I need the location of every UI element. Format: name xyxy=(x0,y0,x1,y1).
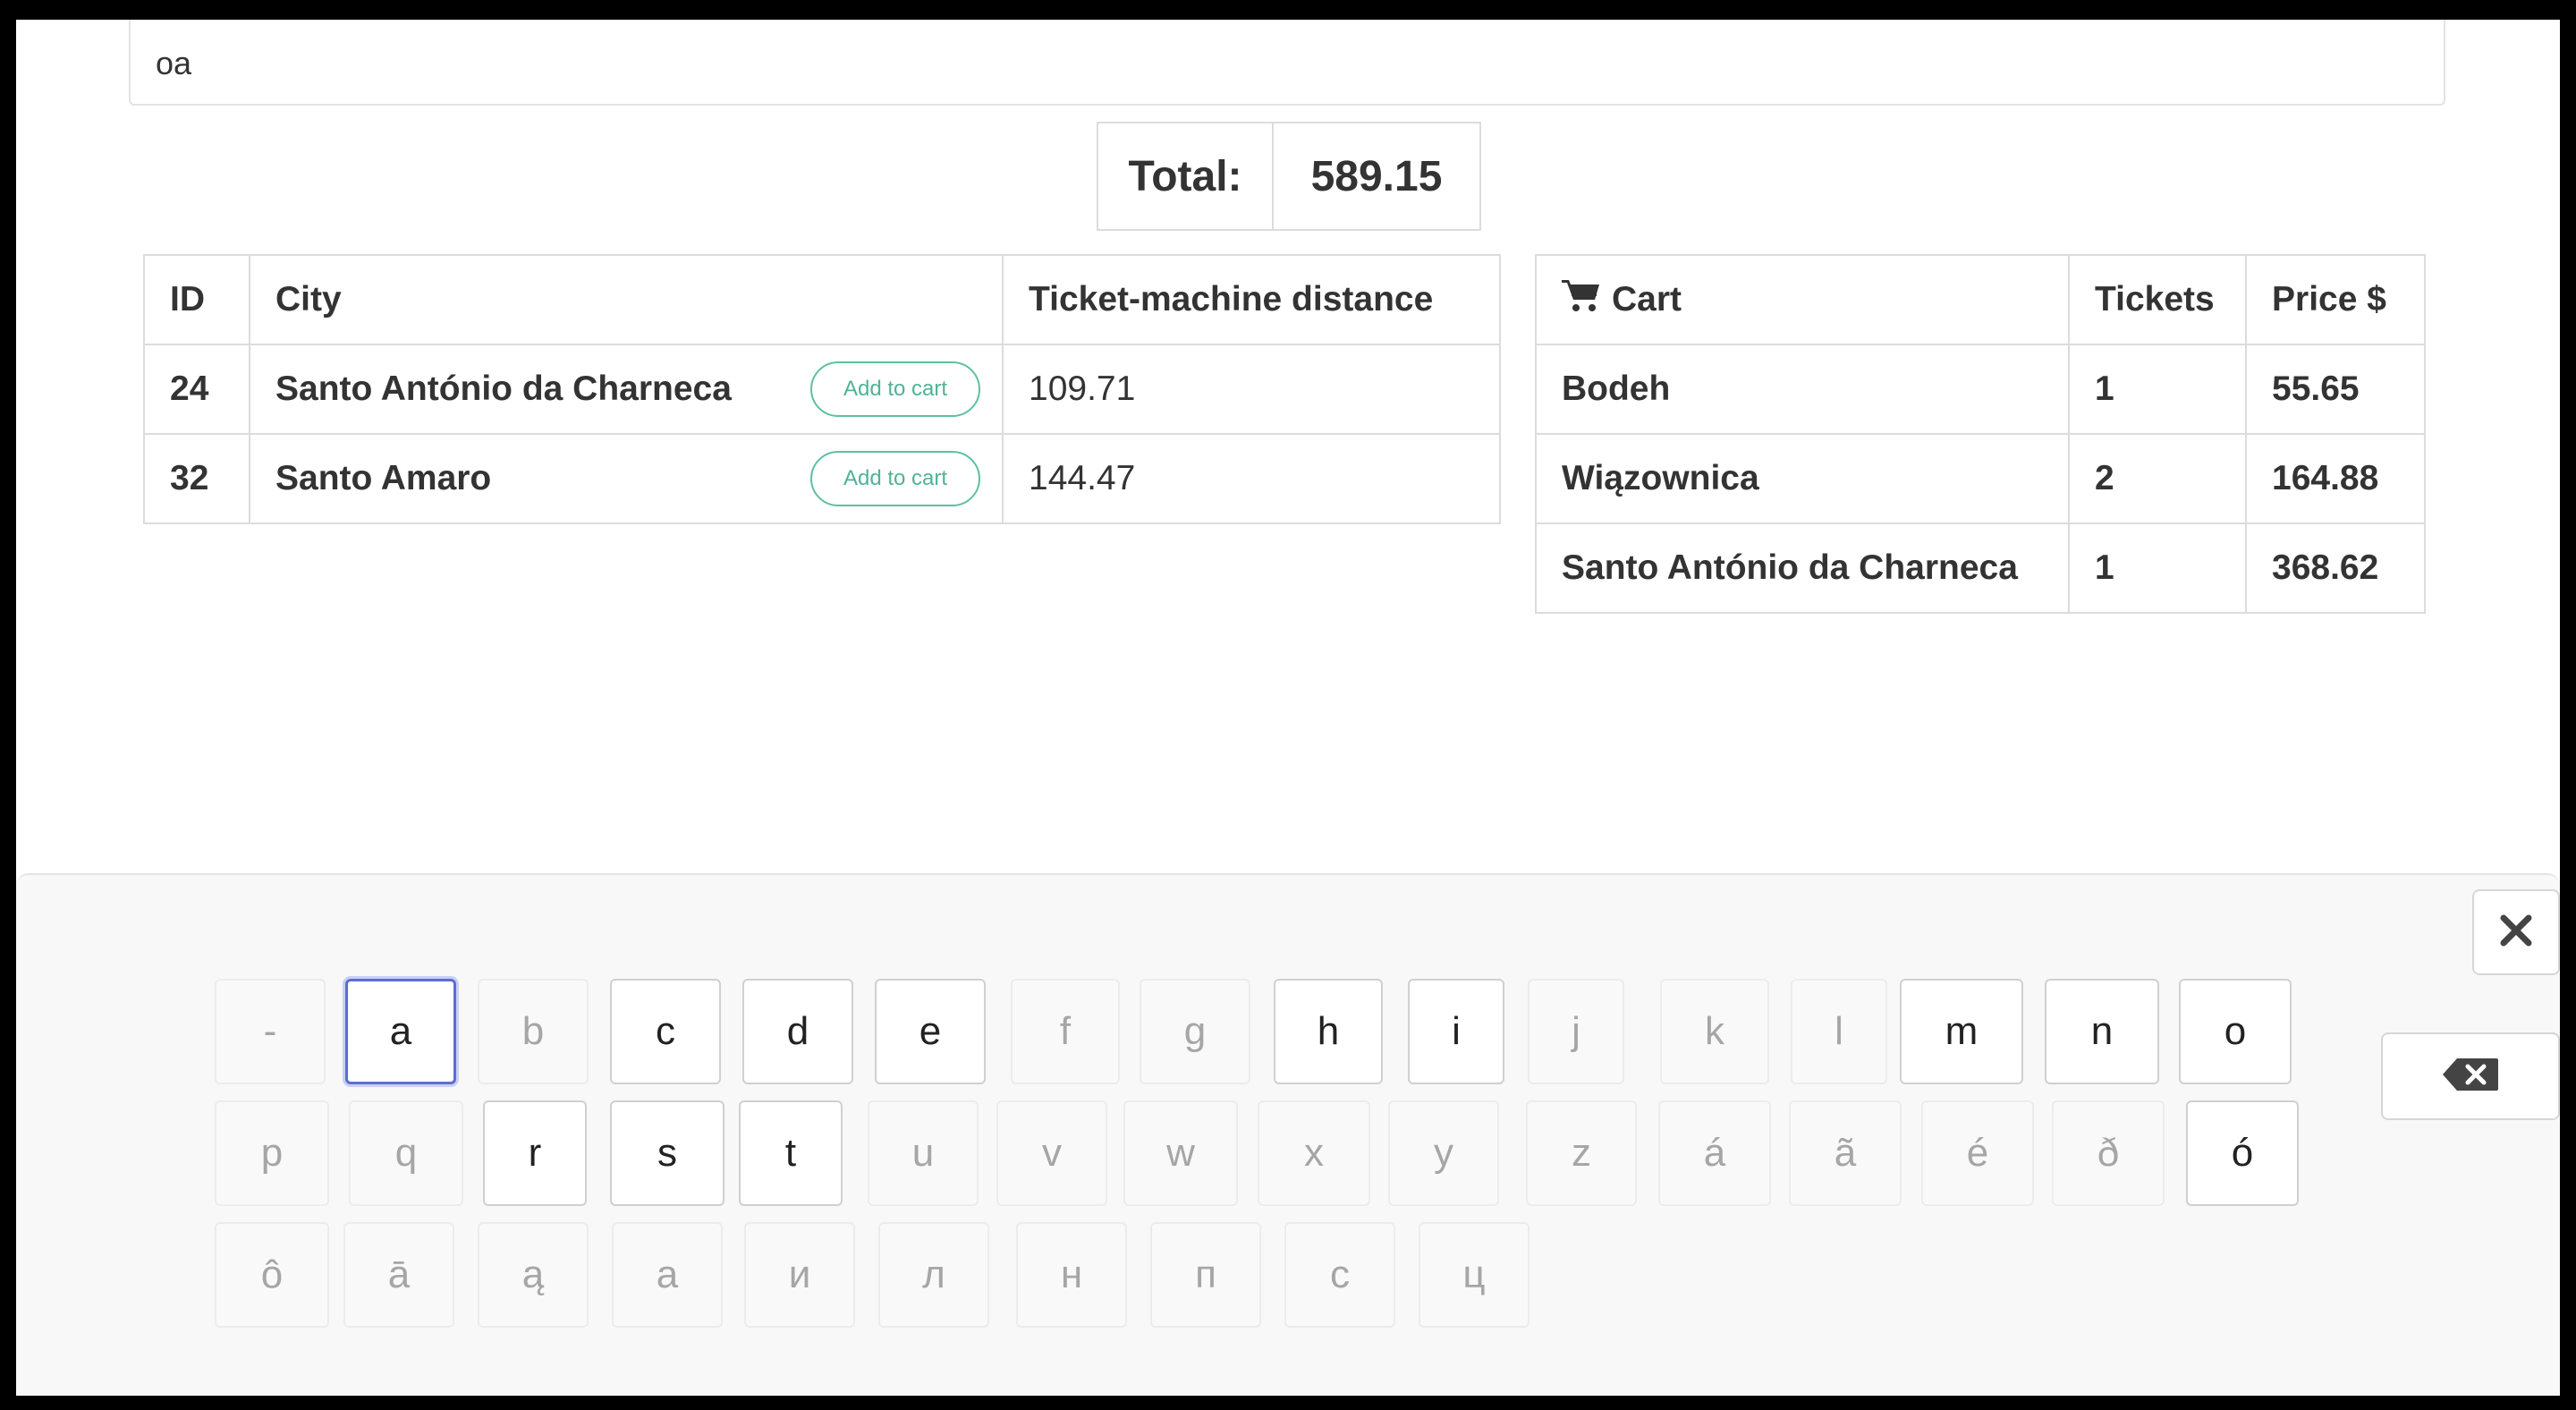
cart-item-tickets: 1 xyxy=(2068,522,2247,614)
key-п[interactable]: п xyxy=(1150,1222,1261,1328)
row-distance: 109.71 xyxy=(1002,344,1501,435)
key-á[interactable]: á xyxy=(1658,1100,1771,1206)
app-viewport: oa Total: 589.15 ID City Ticket-machine … xyxy=(16,20,2560,1396)
key-c[interactable]: c xyxy=(610,979,721,1084)
key-n[interactable]: n xyxy=(2045,979,2159,1084)
cart-item-tickets: 2 xyxy=(2068,433,2247,524)
table-row: Bodeh 1 55.65 xyxy=(1535,344,2426,435)
cart-item-price: 164.88 xyxy=(2245,433,2426,524)
key-e[interactable]: e xyxy=(875,979,986,1084)
key-é[interactable]: é xyxy=(1921,1100,2034,1206)
add-to-cart-button[interactable]: Add to cart xyxy=(810,361,980,417)
key-ā[interactable]: ā xyxy=(343,1222,454,1328)
key-н[interactable]: н xyxy=(1016,1222,1127,1328)
key-q[interactable]: q xyxy=(349,1100,463,1206)
key-y[interactable]: y xyxy=(1388,1100,1499,1206)
column-header-id: ID xyxy=(143,254,250,345)
key-l[interactable]: l xyxy=(1791,979,1887,1084)
key-ô[interactable]: ô xyxy=(215,1222,329,1328)
key-f[interactable]: f xyxy=(1011,979,1120,1084)
column-header-distance: Ticket-machine distance xyxy=(1002,254,1501,345)
key-u[interactable]: u xyxy=(868,1100,979,1206)
key-л[interactable]: л xyxy=(878,1222,989,1328)
on-screen-keyboard: -abcdefghijklmno pqrstuvwxyzáãéðó ôāąаил… xyxy=(16,873,2560,1396)
results-header-row: ID City Ticket-machine distance xyxy=(143,254,1501,345)
cart-header-row: Cart Tickets Price $ xyxy=(1535,254,2426,345)
key-j[interactable]: j xyxy=(1528,979,1624,1084)
key-t[interactable]: t xyxy=(739,1100,843,1206)
backspace-button[interactable] xyxy=(2381,1032,2560,1120)
column-header-price: Price $ xyxy=(2245,254,2426,345)
cart-item-tickets: 1 xyxy=(2068,344,2247,435)
key-o[interactable]: o xyxy=(2179,979,2292,1084)
column-header-cart: Cart xyxy=(1535,254,2070,345)
key-w[interactable]: w xyxy=(1123,1100,1238,1206)
column-header-tickets: Tickets xyxy=(2068,254,2247,345)
key-s[interactable]: s xyxy=(610,1100,724,1206)
close-icon xyxy=(2499,913,2533,952)
table-row: Wiązownica 2 164.88 xyxy=(1535,433,2426,524)
row-id: 32 xyxy=(143,433,250,524)
add-to-cart-button[interactable]: Add to cart xyxy=(810,451,980,506)
table-row: 32 Santo Amaro Add to cart 144.47 xyxy=(143,433,1501,524)
key-d[interactable]: d xyxy=(742,979,853,1084)
table-row: 24 Santo António da Charneca Add to cart… xyxy=(143,344,1501,435)
search-input[interactable]: oa xyxy=(129,20,2445,106)
row-city: Santo António da Charneca xyxy=(275,369,732,408)
total-summary: Total: 589.15 xyxy=(1097,122,1481,231)
key-ó[interactable]: ó xyxy=(2186,1100,2299,1206)
row-id: 24 xyxy=(143,344,250,435)
column-header-city: City xyxy=(249,254,1004,345)
key-b[interactable]: b xyxy=(478,979,589,1084)
row-city-cell: Santo Amaro Add to cart xyxy=(249,433,1004,524)
cart-item-name: Santo António da Charneca xyxy=(1535,522,2070,614)
backspace-icon xyxy=(2441,1057,2500,1097)
cart-item-price: 368.62 xyxy=(2245,522,2426,614)
cart-title: Cart xyxy=(1612,280,1682,319)
table-row: Santo António da Charneca 1 368.62 xyxy=(1535,522,2426,614)
row-city-cell: Santo António da Charneca Add to cart xyxy=(249,344,1004,435)
row-city: Santo Amaro xyxy=(275,459,492,497)
key-p[interactable]: p xyxy=(215,1100,329,1206)
key-k[interactable]: k xyxy=(1660,979,1769,1084)
cart-item-name: Bodeh xyxy=(1535,344,2070,435)
close-keyboard-button[interactable] xyxy=(2472,889,2560,975)
key-ã[interactable]: ã xyxy=(1789,1100,1902,1206)
shopping-cart-icon xyxy=(1562,277,1601,322)
cart-item-name: Wiązownica xyxy=(1535,433,2070,524)
key-h[interactable]: h xyxy=(1274,979,1383,1084)
key-z[interactable]: z xyxy=(1526,1100,1637,1206)
cart-table: Cart Tickets Price $ Bodeh 1 55.65 Wiązo… xyxy=(1535,254,2426,614)
total-value: 589.15 xyxy=(1310,152,1443,200)
key-v[interactable]: v xyxy=(996,1100,1107,1206)
results-table: ID City Ticket-machine distance 24 Santo… xyxy=(143,254,1501,524)
key-с[interactable]: с xyxy=(1284,1222,1395,1328)
key-x[interactable]: x xyxy=(1258,1100,1370,1206)
cart-item-price: 55.65 xyxy=(2245,344,2426,435)
key-i[interactable]: i xyxy=(1408,979,1504,1084)
key-a[interactable]: a xyxy=(345,979,456,1084)
key-g[interactable]: g xyxy=(1140,979,1250,1084)
key-m[interactable]: m xyxy=(1900,979,2023,1084)
key-а[interactable]: а xyxy=(612,1222,723,1328)
key-ą[interactable]: ą xyxy=(478,1222,589,1328)
key-и[interactable]: и xyxy=(744,1222,855,1328)
key--[interactable]: - xyxy=(215,979,326,1084)
key-ð[interactable]: ð xyxy=(2052,1100,2165,1206)
total-label: Total: xyxy=(1098,123,1274,229)
key-r[interactable]: r xyxy=(483,1100,587,1206)
row-distance: 144.47 xyxy=(1002,433,1501,524)
key-ц[interactable]: ц xyxy=(1419,1222,1530,1328)
